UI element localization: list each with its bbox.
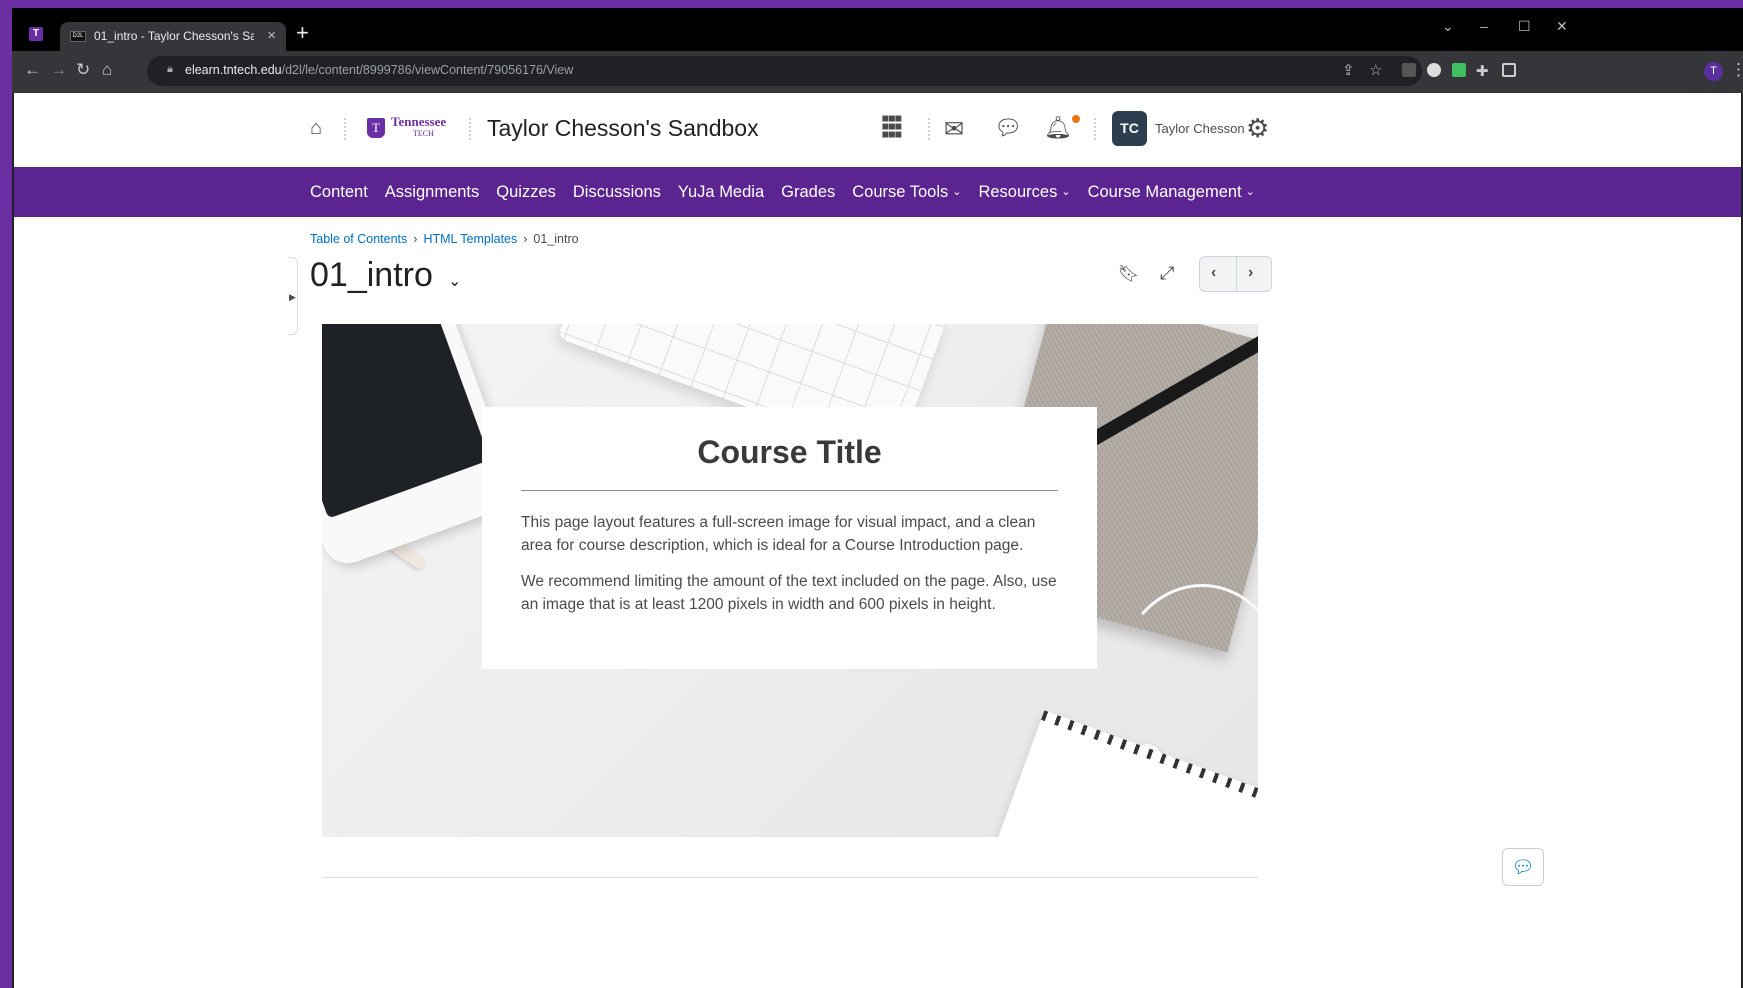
chevron-down-icon[interactable]: ⌄ (448, 271, 461, 291)
gear-icon[interactable]: ⚙ (1246, 113, 1269, 144)
home-icon[interactable]: ⌂ (310, 117, 322, 140)
nav-item-label: Course Tools (852, 182, 949, 201)
nav-item-label: Content (310, 182, 368, 201)
url-text: elearn.tntech.edu/d2l/le/content/8999786… (185, 63, 574, 77)
nav-item-label: Discussions (572, 182, 661, 201)
logo-line2: TECH (413, 129, 434, 138)
profile-avatar[interactable]: T (1704, 62, 1723, 81)
cloud-extension-icon[interactable] (1427, 63, 1441, 77)
new-tab-button[interactable]: + (296, 20, 309, 46)
nav-item-label: Grades (781, 182, 836, 201)
mail-icon[interactable]: ✉ (944, 115, 964, 144)
chevron-down-icon: ⌄ (1245, 185, 1255, 198)
nav-item-resources[interactable]: Resources ⌄ (978, 183, 1070, 202)
content-divider (322, 877, 1258, 878)
extension-icon[interactable] (1402, 63, 1416, 77)
divider (469, 118, 471, 140)
topic-pager: ‹ › (1199, 256, 1272, 292)
tab-strip: T D2L 01_intro - Taylor Chesson's Sandbo… (12, 8, 1743, 51)
tab-favicon-icon: D2L (70, 31, 86, 42)
breadcrumb-link-table-of-contents[interactable]: Table of Contents (310, 232, 407, 246)
side-panel-toggle[interactable]: ▶ (288, 257, 298, 335)
nav-item-course-tools[interactable]: Course Tools ⌄ (852, 183, 961, 202)
page-title: 01_intro (310, 256, 433, 294)
bookmark-star-icon[interactable]: ☆ (1369, 61, 1382, 79)
breadcrumb: Table of Contents › HTML Templates › 01_intr… (310, 232, 579, 246)
nav-item-content[interactable]: Content (310, 183, 368, 202)
logo-shield-icon: T (367, 118, 385, 138)
minimize-button[interactable]: – (1480, 18, 1488, 34)
nav-item-label: YuJa Media (677, 182, 765, 201)
browser-home-icon[interactable]: ⌂ (102, 60, 112, 80)
app-favicon-icon: T (29, 27, 43, 41)
nav-item-label: Course Management (1087, 182, 1242, 201)
chevron-left-icon[interactable]: ‹ (1211, 264, 1216, 282)
breadcrumb-current: 01_intro (533, 232, 579, 246)
tab-title: 01_intro - Taylor Chesson's Sandbox (94, 29, 254, 43)
lock-icon: 🔒︎ (167, 63, 173, 75)
extensions-puzzle-icon[interactable]: ✚ (1476, 62, 1489, 80)
nav-list: Content Assignments Quizzes Discussions YuJa… (310, 167, 1255, 217)
user-name[interactable]: Taylor Chesson (1155, 121, 1245, 136)
notification-dot (1072, 115, 1080, 123)
nav-item-label: Assignments (384, 182, 480, 201)
web-page: ⌂ T Tennessee TECH Taylor Chesson's Sand… (14, 93, 1741, 988)
nav-item-quizzes[interactable]: Quizzes (496, 183, 556, 202)
breadcrumb-separator: › (523, 232, 528, 246)
card-paragraph-2: We recommend limiting the amount of the … (521, 573, 1057, 613)
bell-icon[interactable]: 🔔︎ (1044, 115, 1072, 141)
d2l-header: ⌂ T Tennessee TECH Taylor Chesson's Sand… (14, 93, 1741, 167)
chevron-down-icon: ⌄ (1061, 185, 1071, 198)
divider (1236, 257, 1237, 291)
tennessee-tech-logo[interactable]: T Tennessee TECH (367, 114, 447, 139)
maximize-button[interactable]: ☐ (1518, 18, 1531, 35)
divider (344, 118, 346, 140)
side-panel-icon[interactable] (1502, 63, 1516, 77)
fullscreen-icon[interactable]: ⤢ (1160, 263, 1174, 284)
close-tab-icon[interactable]: × (267, 27, 276, 44)
chevron-right-icon[interactable]: › (1248, 264, 1253, 282)
chevron-down-icon: ⌄ (952, 185, 962, 198)
divider (928, 118, 930, 140)
course-navbar: Content Assignments Quizzes Discussions YuJa… (14, 167, 1741, 217)
waffle-grid-icon[interactable]: ▪▪▪ ▪▪▪ ▪▪▪ (881, 107, 902, 147)
breadcrumb-separator: › (413, 232, 418, 246)
browser-toolbar: ← → ↻ ⌂ 🔒︎ elearn.tntech.edu/d2l/le/cont… (12, 51, 1743, 93)
chat-support-button[interactable]: 💬︎ (1502, 848, 1544, 886)
address-bar[interactable]: 🔒︎ elearn.tntech.edu/d2l/le/content/8999… (147, 56, 1422, 86)
browser-menu-icon[interactable]: ⋮ (1730, 60, 1743, 80)
hero-image: Course Title This page layout features a… (322, 324, 1258, 837)
nav-item-label: Quizzes (496, 182, 556, 201)
card-paragraph-1: This page layout features a full-screen … (521, 514, 1036, 554)
reload-icon[interactable]: ↻ (76, 60, 90, 80)
bookmark-icon[interactable]: 🔖︎ (1118, 264, 1140, 284)
course-intro-card: Course Title This page layout features a… (482, 407, 1097, 669)
share-icon[interactable]: ⇪ (1342, 61, 1355, 79)
logo-line1: Tennessee (391, 114, 447, 129)
avatar[interactable]: TC (1112, 111, 1147, 146)
nav-item-label: Resources (978, 182, 1058, 201)
breadcrumb-link-html-templates[interactable]: HTML Templates (423, 232, 517, 246)
nav-item-course-management[interactable]: Course Management ⌄ (1088, 183, 1255, 202)
nav-item-grades[interactable]: Grades (781, 183, 835, 202)
nav-item-yuja-media[interactable]: YuJa Media (678, 183, 764, 202)
nav-item-discussions[interactable]: Discussions (573, 183, 661, 202)
card-divider (521, 490, 1058, 491)
card-title: Course Title (697, 434, 882, 470)
green-extension-icon[interactable] (1452, 63, 1466, 77)
forward-arrow-icon[interactable]: → (50, 60, 67, 80)
chat-bubbles-icon[interactable]: 💬︎ (994, 115, 1022, 141)
browser-tab-active[interactable]: D2L 01_intro - Taylor Chesson's Sandbox … (60, 22, 286, 51)
tab-search-icon[interactable]: ⌄ (1442, 18, 1454, 35)
back-arrow-icon[interactable]: ← (24, 60, 41, 80)
divider (1094, 118, 1096, 140)
browser-window: T D2L 01_intro - Taylor Chesson's Sandbo… (12, 8, 1743, 988)
course-title[interactable]: Taylor Chesson's Sandbox (487, 115, 759, 142)
nav-item-assignments[interactable]: Assignments (385, 183, 479, 202)
close-window-button[interactable]: ✕ (1556, 18, 1568, 35)
